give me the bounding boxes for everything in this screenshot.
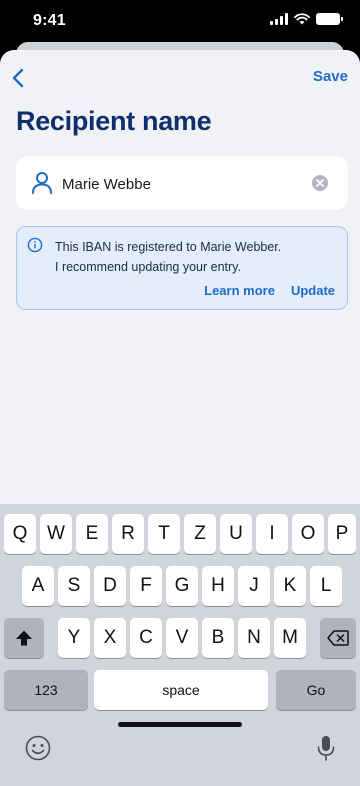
key-g[interactable]: G [166, 566, 198, 606]
status-time: 9:41 [33, 12, 66, 29]
close-icon [316, 179, 324, 187]
shift-key[interactable] [4, 618, 44, 658]
numbers-key[interactable]: 123 [4, 670, 88, 710]
shift-icon [16, 630, 32, 646]
key-q[interactable]: Q [4, 514, 36, 554]
dictation-button[interactable] [316, 734, 336, 762]
banner-actions: Learn more Update [204, 283, 335, 298]
go-key[interactable]: Go [276, 670, 356, 710]
key-k[interactable]: K [274, 566, 306, 606]
learn-more-link[interactable]: Learn more [204, 283, 275, 298]
space-key[interactable]: space [94, 670, 268, 710]
key-p[interactable]: P [328, 514, 356, 554]
person-icon [32, 172, 52, 194]
battery-icon [316, 13, 343, 25]
recipient-name-field[interactable] [16, 156, 348, 210]
key-w[interactable]: W [40, 514, 72, 554]
status-bar: 9:41 [0, 0, 360, 40]
key-y[interactable]: Y [58, 618, 90, 658]
info-icon [27, 237, 43, 253]
key-t[interactable]: T [148, 514, 180, 554]
recipient-name-input[interactable] [62, 173, 302, 195]
chevron-left-icon [12, 68, 24, 88]
key-m[interactable]: M [274, 618, 306, 658]
key-n[interactable]: N [238, 618, 270, 658]
backspace-key[interactable] [320, 618, 356, 658]
emoji-button[interactable] [24, 734, 52, 762]
page-title: Recipient name [16, 106, 212, 136]
save-button[interactable]: Save [313, 68, 348, 85]
clear-button[interactable] [312, 175, 328, 191]
home-indicator[interactable] [118, 722, 242, 727]
iban-info-banner: This IBAN is registered to Marie Webber.… [16, 226, 348, 310]
key-h[interactable]: H [202, 566, 234, 606]
emoji-icon [25, 735, 51, 761]
wifi-icon [294, 13, 310, 25]
banner-line-1: This IBAN is registered to Marie Webber. [55, 240, 282, 254]
cellular-signal-icon [270, 13, 288, 25]
key-j[interactable]: J [238, 566, 270, 606]
key-u[interactable]: U [220, 514, 252, 554]
banner-line-2: I recommend updating your entry. [55, 260, 241, 274]
backspace-icon [327, 630, 349, 646]
recipient-name-sheet: Save Recipient name This IBAN is registe… [0, 50, 360, 786]
key-s[interactable]: S [58, 566, 90, 606]
key-a[interactable]: A [22, 566, 54, 606]
back-button[interactable] [4, 64, 32, 92]
key-d[interactable]: D [94, 566, 126, 606]
key-e[interactable]: E [76, 514, 108, 554]
status-icons [270, 13, 343, 25]
key-r[interactable]: R [112, 514, 144, 554]
key-o[interactable]: O [292, 514, 324, 554]
banner-message: This IBAN is registered to Marie Webber.… [55, 237, 345, 277]
key-z[interactable]: Z [184, 514, 216, 554]
key-x[interactable]: X [94, 618, 126, 658]
key-l[interactable]: L [310, 566, 342, 606]
key-f[interactable]: F [130, 566, 162, 606]
microphone-icon [317, 736, 335, 761]
key-b[interactable]: B [202, 618, 234, 658]
key-v[interactable]: V [166, 618, 198, 658]
key-c[interactable]: C [130, 618, 162, 658]
update-link[interactable]: Update [291, 283, 335, 298]
on-screen-keyboard: Q W E R T Z U I O P A S D F G H J K L Y … [0, 504, 360, 786]
key-i[interactable]: I [256, 514, 288, 554]
